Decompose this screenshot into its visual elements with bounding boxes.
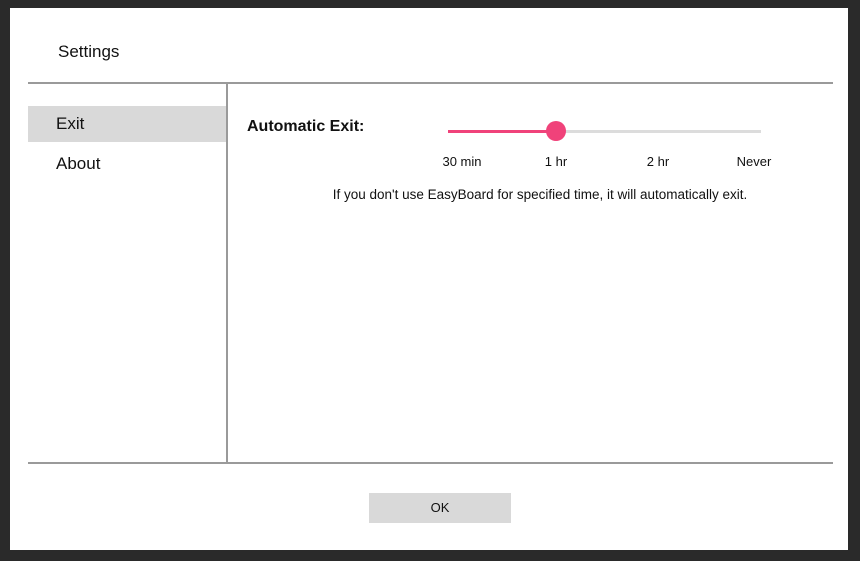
ok-button[interactable]: OK [369, 493, 511, 523]
automatic-exit-description: If you don't use EasyBoard for specified… [332, 187, 748, 202]
automatic-exit-label: Automatic Exit: [247, 118, 365, 135]
slider-tick-label: 1 hr [544, 154, 568, 169]
automatic-exit-slider[interactable] [448, 120, 761, 142]
window-title: Settings [58, 42, 120, 61]
settings-window: Settings Exit About Automatic Exit: 30 m… [10, 8, 848, 550]
slider-thumb[interactable] [546, 121, 566, 141]
slider-fill [448, 130, 556, 133]
header-divider [28, 82, 833, 84]
sidebar-divider [226, 84, 228, 462]
footer-divider [28, 462, 833, 464]
sidebar-item-exit[interactable]: Exit [28, 106, 226, 142]
slider-tick-label: 30 min [442, 154, 482, 169]
slider-tick-label: 2 hr [646, 154, 670, 169]
slider-tick-label: Never [736, 154, 772, 169]
sidebar-item-about[interactable]: About [28, 146, 226, 182]
